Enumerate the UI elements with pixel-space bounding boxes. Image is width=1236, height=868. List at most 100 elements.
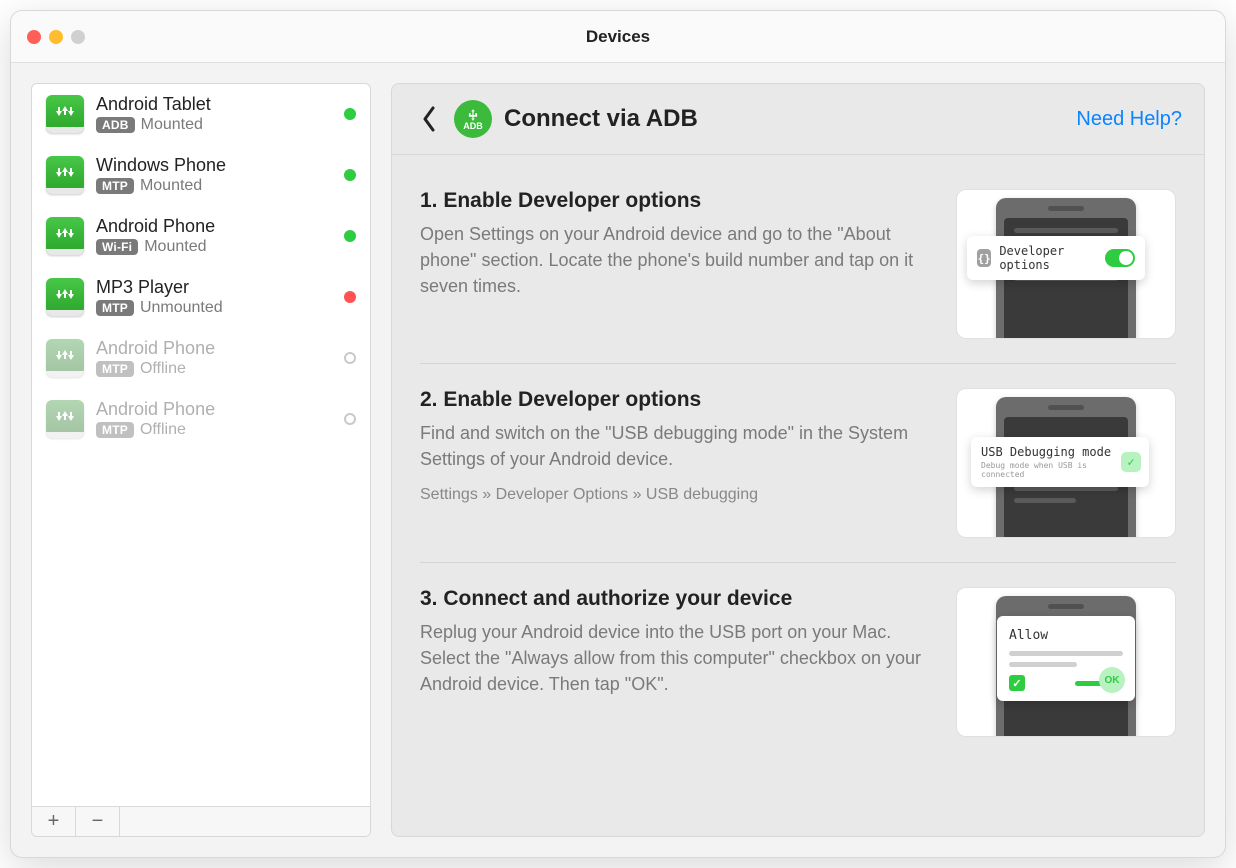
status-dot bbox=[344, 108, 356, 120]
usb-debugging-popup: USB Debugging mode Debug mode when USB i… bbox=[971, 437, 1149, 487]
back-button[interactable] bbox=[414, 104, 444, 134]
step-2: 2. Enable Developer options Find and swi… bbox=[420, 364, 1176, 563]
device-sub: MTP Unmounted bbox=[96, 299, 332, 317]
check-icon: ✓ bbox=[1121, 452, 1141, 472]
device-text: Android Phone Wi-Fi Mounted bbox=[96, 216, 332, 256]
chevron-left-icon bbox=[421, 106, 437, 132]
device-icon bbox=[46, 156, 84, 194]
checkbox-checked-icon: ✓ bbox=[1009, 675, 1025, 691]
status-dot bbox=[344, 352, 356, 364]
device-status: Mounted bbox=[144, 238, 206, 256]
status-dot bbox=[344, 230, 356, 242]
main-header: ADB Connect via ADB Need Help? bbox=[392, 84, 1204, 155]
device-text: Android Phone MTP Offline bbox=[96, 399, 332, 439]
step-3-title: 3. Connect and authorize your device bbox=[420, 587, 934, 611]
device-arrows-icon bbox=[53, 407, 77, 431]
add-device-button[interactable]: + bbox=[32, 807, 76, 836]
device-arrows-icon bbox=[53, 224, 77, 248]
allow-dialog: Allow ✓ OK bbox=[997, 616, 1135, 701]
device-name: Android Phone bbox=[96, 216, 332, 237]
step-1-desc: Open Settings on your Android device and… bbox=[420, 221, 934, 299]
status-dot bbox=[344, 169, 356, 181]
adb-icon: ADB bbox=[454, 100, 492, 138]
device-sub: MTP Mounted bbox=[96, 177, 332, 195]
need-help-link[interactable]: Need Help? bbox=[1076, 108, 1182, 131]
status-dot bbox=[344, 413, 356, 425]
device-text: Android TabletADBMounted bbox=[96, 94, 332, 134]
device-name: MP3 Player bbox=[96, 277, 332, 298]
device-item[interactable]: Android Phone MTP Offline bbox=[32, 389, 370, 450]
steps-container: 1. Enable Developer options Open Setting… bbox=[392, 155, 1204, 836]
device-sub: MTPOffline bbox=[96, 360, 332, 378]
phone-speaker bbox=[1048, 405, 1084, 410]
step-3: 3. Connect and authorize your device Rep… bbox=[420, 563, 1176, 761]
step-1-title: 1. Enable Developer options bbox=[420, 189, 934, 213]
device-sub: ADB Mounted bbox=[96, 116, 332, 134]
window-body: Android TabletADBMountedWindows PhoneMTP… bbox=[11, 63, 1225, 857]
close-window-button[interactable] bbox=[27, 30, 41, 44]
step-3-text: 3. Connect and authorize your device Rep… bbox=[420, 587, 934, 737]
protocol-badge: Wi-Fi bbox=[96, 239, 138, 255]
protocol-badge: MTP bbox=[96, 422, 134, 438]
device-status: Mounted bbox=[140, 177, 202, 195]
protocol-badge: MTP bbox=[96, 300, 134, 316]
device-item[interactable]: Android Phone Wi-Fi Mounted bbox=[32, 206, 370, 267]
device-sub: MTP Offline bbox=[96, 421, 332, 439]
fullscreen-window-button[interactable] bbox=[71, 30, 85, 44]
device-list: Android TabletADBMountedWindows PhoneMTP… bbox=[32, 84, 370, 806]
step-3-desc: Replug your Android device into the USB … bbox=[420, 619, 934, 697]
devices-window: Devices Android TabletADBMountedWindows … bbox=[10, 10, 1226, 858]
device-sidebar: Android TabletADBMountedWindows PhoneMTP… bbox=[31, 83, 371, 837]
toggle-on-icon bbox=[1105, 249, 1135, 267]
device-item[interactable]: MP3 Player MTP Unmounted bbox=[32, 267, 370, 328]
window-title: Devices bbox=[586, 27, 650, 47]
traffic-lights bbox=[27, 30, 85, 44]
step-3-illustration: Allow ✓ OK bbox=[956, 587, 1176, 737]
device-icon bbox=[46, 278, 84, 316]
ok-button-icon: OK bbox=[1099, 667, 1125, 693]
device-sub: Wi-Fi Mounted bbox=[96, 238, 332, 256]
device-item[interactable]: Android PhoneMTPOffline bbox=[32, 328, 370, 389]
protocol-badge: MTP bbox=[96, 178, 134, 194]
device-text: Android PhoneMTPOffline bbox=[96, 338, 332, 378]
step-2-desc: Find and switch on the "USB debugging mo… bbox=[420, 420, 934, 472]
device-name: Android Phone bbox=[96, 399, 332, 420]
device-status: Offline bbox=[140, 421, 186, 439]
device-text: MP3 Player MTP Unmounted bbox=[96, 277, 332, 317]
usb-debugging-label: USB Debugging mode bbox=[981, 445, 1111, 459]
device-item[interactable]: Windows Phone MTP Mounted bbox=[32, 145, 370, 206]
usb-debugging-sub: Debug mode when USB is connected bbox=[981, 461, 1117, 479]
device-arrows-icon bbox=[53, 102, 77, 126]
step-2-path: Settings » Developer Options » USB debug… bbox=[420, 486, 934, 504]
step-1-text: 1. Enable Developer options Open Setting… bbox=[420, 189, 934, 339]
device-icon bbox=[46, 400, 84, 438]
developer-options-popup: {} Developer options bbox=[967, 236, 1145, 280]
sidebar-footer-spacer bbox=[120, 807, 370, 836]
adb-icon-label: ADB bbox=[463, 121, 483, 131]
step-2-illustration: Allow USB Debugging mode Debug mode when… bbox=[956, 388, 1176, 538]
titlebar: Devices bbox=[11, 11, 1225, 63]
braces-icon: {} bbox=[977, 249, 991, 267]
step-2-title: 2. Enable Developer options bbox=[420, 388, 934, 412]
step-2-text: 2. Enable Developer options Find and swi… bbox=[420, 388, 934, 538]
device-text: Windows Phone MTP Mounted bbox=[96, 155, 332, 195]
device-icon bbox=[46, 217, 84, 255]
device-name: Android Phone bbox=[96, 338, 332, 359]
main-title: Connect via ADB bbox=[504, 105, 1076, 133]
device-name: Windows Phone bbox=[96, 155, 332, 176]
developer-options-label: Developer options bbox=[999, 244, 1097, 272]
minimize-window-button[interactable] bbox=[49, 30, 63, 44]
allow-dialog-title: Allow bbox=[1009, 628, 1123, 643]
remove-device-button[interactable]: − bbox=[76, 807, 120, 836]
device-status: Unmounted bbox=[140, 299, 223, 317]
device-icon bbox=[46, 339, 84, 377]
device-status: Offline bbox=[140, 360, 186, 378]
device-icon bbox=[46, 95, 84, 133]
step-1-illustration: {} Developer options bbox=[956, 189, 1176, 339]
protocol-badge: ADB bbox=[96, 117, 135, 133]
step-1: 1. Enable Developer options Open Setting… bbox=[420, 165, 1176, 364]
device-status: Mounted bbox=[141, 116, 203, 134]
device-arrows-icon bbox=[53, 163, 77, 187]
device-item[interactable]: Android TabletADBMounted bbox=[32, 84, 370, 145]
device-arrows-icon bbox=[53, 285, 77, 309]
